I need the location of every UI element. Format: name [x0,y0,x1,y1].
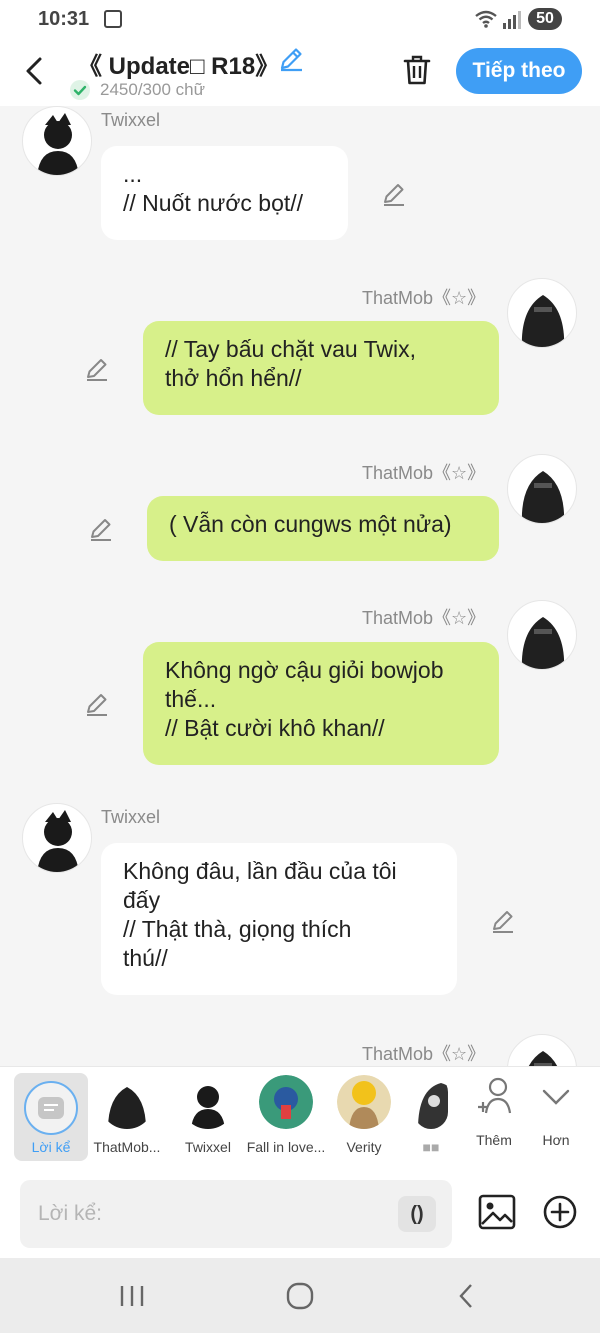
more-characters-button[interactable]: Thêm [468,1075,520,1148]
chat-area[interactable]: Twixxel ... // Nuốt nước bọt// ThatMob《☆… [0,106,600,1066]
word-count: 2450/300 chữ [100,80,205,99]
parenthesis-button[interactable]: () [398,1196,436,1232]
status-time: 10:31 [38,8,90,30]
input-placeholder: Lời kể: [38,1202,102,1225]
character-avatar [100,1075,154,1129]
edit-pencil-icon[interactable] [88,516,114,542]
character-fall-in-love[interactable]: Fall in love... [246,1075,326,1155]
character-verity[interactable]: Verity [336,1075,392,1155]
recent-apps-icon[interactable] [118,1284,146,1308]
message-author: ThatMob《☆》 [362,1044,486,1064]
message-author: Twixxel [101,807,161,827]
back-icon[interactable] [456,1282,476,1310]
narration-input[interactable]: Lời kể: () [20,1180,452,1248]
battery-indicator: 50 [528,8,562,30]
chevron-down-icon [542,1089,570,1105]
narrator-option[interactable]: Lời kể [14,1073,88,1161]
trash-icon[interactable] [402,54,432,86]
image-icon[interactable] [478,1194,516,1230]
character-avatar [181,1075,235,1129]
expand-label: Hơn [542,1132,570,1148]
message-author: ThatMob《☆》 [362,608,486,628]
expand-bar-button[interactable]: Hơn [534,1075,578,1148]
edit-pencil-icon[interactable] [84,356,110,382]
character-bar: Lời kể ThatMob... Twixxel Fall in love..… [0,1066,600,1170]
message-bubble[interactable]: Không ngờ cậu giỏi bowjob thế... // Bật … [143,642,499,765]
edit-title-pencil-icon[interactable] [278,46,304,72]
home-icon[interactable] [286,1282,314,1310]
character-label: ■■ [422,1139,440,1155]
wifi-icon [475,10,497,28]
more-label: Thêm [476,1132,512,1148]
thatmob-avatar[interactable] [507,600,577,670]
signal-icon [503,11,521,29]
character-label: Twixxel [185,1139,231,1155]
character-label: Verity [346,1139,382,1155]
edit-pencil-icon[interactable] [490,908,516,934]
character-avatar [337,1075,391,1129]
edit-pencil-icon[interactable] [381,181,407,207]
character-avatar [414,1075,448,1129]
add-person-icon [478,1077,512,1114]
check-circle-icon [70,80,90,100]
screenshot-icon [104,10,122,28]
back-arrow-icon[interactable] [22,56,48,86]
message-bubble[interactable]: ( Vẫn còn cungws một nửa) [147,496,499,561]
next-button[interactable]: Tiếp theo [456,48,582,94]
message-bubble[interactable]: Không đâu, lần đầu của tôi đấy // Thật t… [101,843,457,995]
character-avatar [259,1075,313,1129]
story-title: 《 Update□ R18》 [78,53,280,80]
edit-pencil-icon[interactable] [84,691,110,717]
message-author: ThatMob《☆》 [362,288,486,308]
character-label: ThatMob... [93,1139,161,1155]
thatmob-avatar[interactable] [507,454,577,524]
input-bar: Lời kể: () [0,1170,600,1258]
narrator-label: Lời kể [31,1139,71,1155]
message-author: ThatMob《☆》 [362,463,486,483]
thatmob-avatar[interactable] [507,1034,577,1066]
message-bubble[interactable]: ... // Nuốt nước bọt// [101,146,348,240]
status-bar: 10:31 50 [0,0,600,40]
twixxel-avatar[interactable] [22,106,92,176]
character-label: Fall in love... [246,1139,326,1155]
character-thatmob[interactable]: ThatMob... [92,1075,162,1155]
message-author: Twixxel [101,110,161,130]
editor-header: 《 Update□ R18》 2450/300 chữ Tiếp theo [0,40,600,106]
narrator-icon [24,1081,78,1135]
character-twixxel[interactable]: Twixxel [178,1075,238,1155]
twixxel-avatar[interactable] [22,803,92,873]
character-partial[interactable]: ■■ [414,1075,448,1155]
add-circle-icon[interactable] [542,1194,578,1230]
message-bubble[interactable]: // Tay bấu chặt vau Twix, thở hổn hển// [143,321,499,415]
system-nav-bar [0,1258,600,1333]
thatmob-avatar[interactable] [507,278,577,348]
